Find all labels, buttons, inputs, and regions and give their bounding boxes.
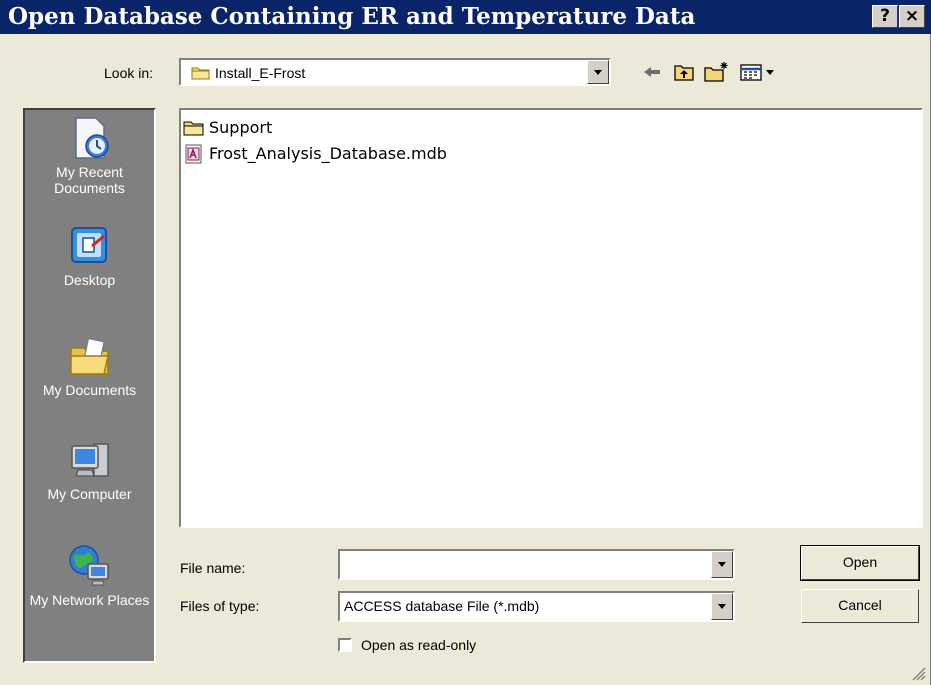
place-my-documents[interactable]: My Documents (25, 332, 154, 398)
up-folder-icon[interactable] (672, 60, 696, 84)
files-of-type-label: Files of type: (180, 598, 260, 614)
recent-documents-icon (74, 117, 109, 159)
place-my-network-places[interactable]: My Network Places (25, 542, 154, 608)
place-desktop[interactable]: Desktop (25, 222, 154, 288)
views-menu-icon[interactable] (738, 60, 780, 84)
files-of-type-value: ACCESS database File (*.mdb) (344, 598, 540, 614)
folder-icon (183, 121, 204, 136)
files-of-type-dropdown-button[interactable] (711, 593, 733, 620)
open-button[interactable]: Open (800, 545, 920, 581)
read-only-label: Open as read-only (361, 637, 477, 653)
look-in-dropdown-button[interactable] (587, 60, 609, 84)
place-my-computer[interactable]: My Computer (25, 436, 154, 502)
access-database-icon (185, 144, 202, 164)
place-label: Desktop (63, 272, 116, 288)
file-name: Support (209, 118, 273, 137)
cancel-button[interactable]: Cancel (801, 589, 919, 623)
look-in-dropdown[interactable]: Install_E-Frost (179, 58, 611, 86)
title-bar[interactable]: Open Database Containing ER and Temperat… (0, 0, 931, 34)
help-button[interactable]: ? (872, 5, 898, 28)
place-label: My Recent Documents (54, 164, 125, 196)
places-bar: My Recent Documents Desktop My Documents (23, 108, 156, 663)
look-in-value: Install_E-Frost (215, 65, 306, 81)
resize-grip-icon[interactable] (910, 665, 926, 681)
my-computer-icon (70, 443, 109, 477)
place-label: My Network Places (29, 592, 150, 608)
folder-icon (191, 67, 210, 80)
file-name: Frost_Analysis_Database.mdb (209, 144, 447, 163)
file-name-input[interactable] (342, 553, 702, 576)
window-title: Open Database Containing ER and Temperat… (8, 3, 696, 30)
look-in-label: Look in: (104, 65, 154, 81)
file-name-label: File name: (180, 560, 246, 576)
list-item-folder[interactable]: Support (183, 116, 272, 140)
network-places-icon (68, 545, 109, 586)
read-only-option[interactable]: Open as read-only (338, 636, 476, 654)
read-only-checkbox[interactable] (338, 638, 352, 652)
place-my-recent-documents[interactable]: My Recent Documents (25, 114, 154, 196)
open-dialog: Open Database Containing ER and Temperat… (0, 0, 931, 685)
back-arrow-icon[interactable] (640, 60, 664, 84)
file-name-combo[interactable] (338, 549, 735, 580)
files-of-type-dropdown[interactable]: ACCESS database File (*.mdb) (338, 591, 735, 622)
file-name-dropdown-button[interactable] (711, 551, 733, 578)
my-documents-icon (69, 337, 109, 375)
new-folder-icon[interactable] (702, 60, 730, 84)
file-list[interactable]: Support Frost_Analysis_Database.mdb (179, 108, 923, 528)
list-item-file[interactable]: Frost_Analysis_Database.mdb (183, 142, 447, 166)
desktop-icon (70, 227, 107, 263)
close-button[interactable]: × (899, 5, 925, 28)
place-label: My Computer (47, 486, 132, 502)
place-label: My Documents (42, 382, 137, 398)
